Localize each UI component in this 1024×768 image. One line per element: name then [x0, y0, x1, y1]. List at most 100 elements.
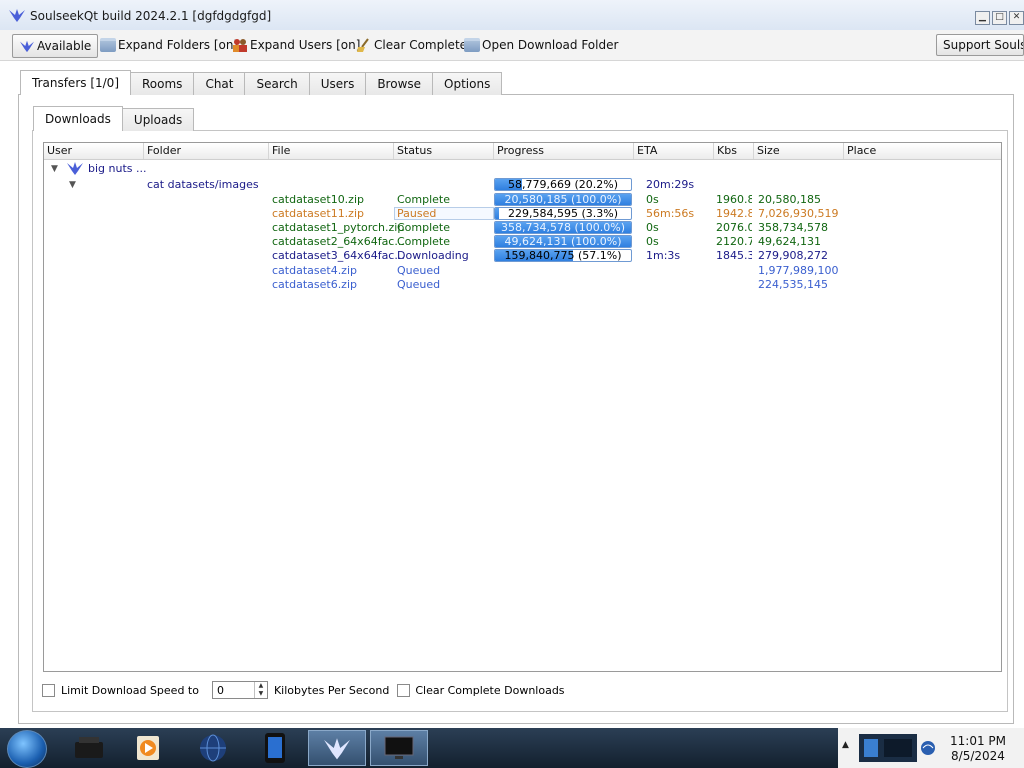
folder-name: cat datasets/images	[147, 178, 259, 191]
collapse-arrow-icon[interactable]: ▼	[69, 178, 76, 192]
tab-browse[interactable]: Browse	[365, 72, 434, 95]
taskbar-soulseek[interactable]	[308, 730, 366, 766]
clear-complete-button[interactable]: Clear Complete	[356, 34, 467, 56]
folder-row[interactable]: ▼ cat datasets/images 58,779,669 (20.2%)…	[44, 178, 1001, 192]
table-row[interactable]: catdataset2_64x64fac... Complete 49,624,13…	[44, 235, 1001, 249]
file-status: Complete	[397, 235, 451, 248]
tab-users[interactable]: Users	[308, 72, 367, 95]
taskbar-app-6[interactable]	[370, 730, 428, 766]
limit-speed-label: Limit Download Speed to	[61, 683, 199, 697]
taskbar-app-3[interactable]	[184, 730, 242, 766]
column-header-status[interactable]: Status	[394, 143, 494, 159]
file-size: 358,734,578	[758, 221, 828, 234]
progress-text: 358,734,578 (100.0%)	[500, 221, 625, 234]
file-kbs: 1942.8	[716, 207, 752, 220]
tab-options[interactable]: Options	[432, 72, 503, 95]
spin-arrows-icon[interactable]: ▲ ▼	[253, 682, 267, 698]
toolbar: Available Expand Folders [on] Expand Use…	[0, 30, 1024, 61]
printer-icon	[75, 737, 103, 758]
taskbar: ▲ 11:01 PM 8/5/2024	[0, 728, 1024, 768]
column-header-user[interactable]: User	[44, 143, 144, 159]
bottom-controls: Limit Download Speed to 0 ▲ ▼ Kilobytes P…	[42, 680, 565, 700]
expand-folders-button[interactable]: Expand Folders [on]	[100, 34, 238, 56]
table-row[interactable]: catdataset3_64x64fac... Downloading 159,84…	[44, 249, 1001, 263]
network-icon[interactable]	[920, 740, 936, 756]
tablet-icon	[265, 733, 285, 763]
tab-chat[interactable]: Chat	[193, 72, 246, 95]
maximize-icon[interactable]: □	[992, 11, 1007, 25]
taskbar-app-1[interactable]	[60, 730, 118, 766]
table-row[interactable]: catdataset6.zip Queued 224,535,145	[44, 278, 1001, 292]
start-button-icon[interactable]	[7, 730, 47, 768]
folder-eta: 20m:29s	[646, 178, 695, 191]
speed-value: 0	[216, 684, 224, 697]
file-status: Queued	[397, 278, 441, 291]
file-name: catdataset3_64x64fac...	[272, 249, 405, 262]
clear-complete-checkbox[interactable]	[397, 683, 411, 697]
file-status: Queued	[397, 264, 441, 277]
table-row[interactable]: catdataset11.zip Paused 229,584,595 (3.3%)…	[44, 207, 1001, 221]
column-header-size[interactable]: Size	[754, 143, 844, 159]
file-kbs: 2076.0	[716, 221, 752, 234]
column-header-eta[interactable]: ETA	[634, 143, 714, 159]
file-eta: 0s	[646, 235, 659, 248]
progress-bar: 20,580,185 (100.0%)	[494, 193, 632, 206]
clear-complete-label: Clear Complete	[374, 38, 468, 52]
open-download-folder-button[interactable]: Open Download Folder	[464, 34, 618, 56]
sub-tabs: Downloads Uploads	[33, 106, 195, 131]
progress-bar: 229,584,595 (3.3%)	[494, 207, 632, 220]
file-name: catdataset1_pytorch.zip	[272, 221, 405, 234]
user-row[interactable]: ▼ big nuts ...	[44, 162, 1001, 176]
system-tray: ▲ 11:01 PM 8/5/2024	[838, 728, 1024, 768]
column-header-place[interactable]: Place	[844, 143, 1001, 159]
media-player-icon	[137, 736, 159, 760]
globe-icon	[200, 734, 226, 762]
file-size: 7,026,930,519	[758, 207, 839, 220]
clock[interactable]: 11:01 PM 8/5/2024	[950, 734, 1006, 764]
file-name: catdataset6.zip	[272, 278, 357, 291]
file-kbs: 1960.8	[716, 193, 752, 206]
unit-label: Kilobytes Per Second	[273, 683, 390, 697]
tray-window-icon[interactable]	[858, 733, 918, 763]
expand-users-label: Expand Users [on]	[250, 38, 361, 52]
file-status: Complete	[397, 193, 451, 206]
column-header-kbs[interactable]: Kbs	[714, 143, 754, 159]
monitor-icon	[384, 736, 414, 759]
downloads-table[interactable]: User Folder File Status Progress ETA Kbs…	[43, 142, 1002, 672]
tab-rooms[interactable]: Rooms	[130, 72, 195, 95]
file-name: catdataset10.zip	[272, 193, 364, 206]
column-header-folder[interactable]: Folder	[144, 143, 269, 159]
main-tabs: Transfers [1/0] Rooms Chat Search Users …	[20, 70, 503, 95]
tray-expand-icon[interactable]: ▲	[842, 740, 849, 750]
column-header-progress[interactable]: Progress	[494, 143, 634, 159]
column-header-file[interactable]: File	[269, 143, 394, 159]
tab-transfers[interactable]: Transfers [1/0]	[20, 70, 131, 95]
minimize-icon[interactable]: ▁	[975, 11, 990, 25]
available-label: Available	[37, 39, 92, 53]
available-button[interactable]: Available	[12, 34, 99, 58]
progress-bar: 358,734,578 (100.0%)	[494, 221, 632, 234]
table-row[interactable]: catdataset10.zip Complete 20,580,185 (100.…	[44, 193, 1001, 207]
tab-uploads[interactable]: Uploads	[121, 108, 195, 131]
tab-downloads[interactable]: Downloads	[33, 106, 123, 131]
taskbar-app-2[interactable]	[120, 730, 178, 766]
file-size: 279,908,272	[758, 249, 828, 262]
tab-search[interactable]: Search	[244, 72, 310, 95]
support-soulseek-button[interactable]: Support Soulseek	[936, 34, 1024, 56]
progress-text: 49,624,131 (100.0%)	[504, 235, 622, 248]
soulseek-bird-icon	[324, 738, 350, 760]
file-name: catdataset11.zip	[272, 207, 364, 220]
taskbar-app-4[interactable]	[246, 730, 304, 766]
close-icon[interactable]: ✕	[1009, 11, 1024, 25]
table-row[interactable]: catdataset1_pytorch.zip Complete 358,734,5…	[44, 221, 1001, 235]
file-size: 1,977,989,100	[758, 264, 839, 277]
expand-users-button[interactable]: Expand Users [on]	[232, 34, 360, 56]
file-size: 20,580,185	[758, 193, 821, 206]
table-row[interactable]: catdataset4.zip Queued 1,977,989,100	[44, 264, 1001, 278]
user-name: big nuts ...	[88, 162, 147, 175]
collapse-arrow-icon[interactable]: ▼	[51, 162, 58, 176]
speed-spinbox[interactable]: 0 ▲ ▼	[211, 681, 268, 699]
file-kbs	[716, 278, 752, 292]
clock-date: 8/5/2024	[951, 749, 1005, 763]
limit-speed-checkbox[interactable]	[42, 683, 55, 697]
